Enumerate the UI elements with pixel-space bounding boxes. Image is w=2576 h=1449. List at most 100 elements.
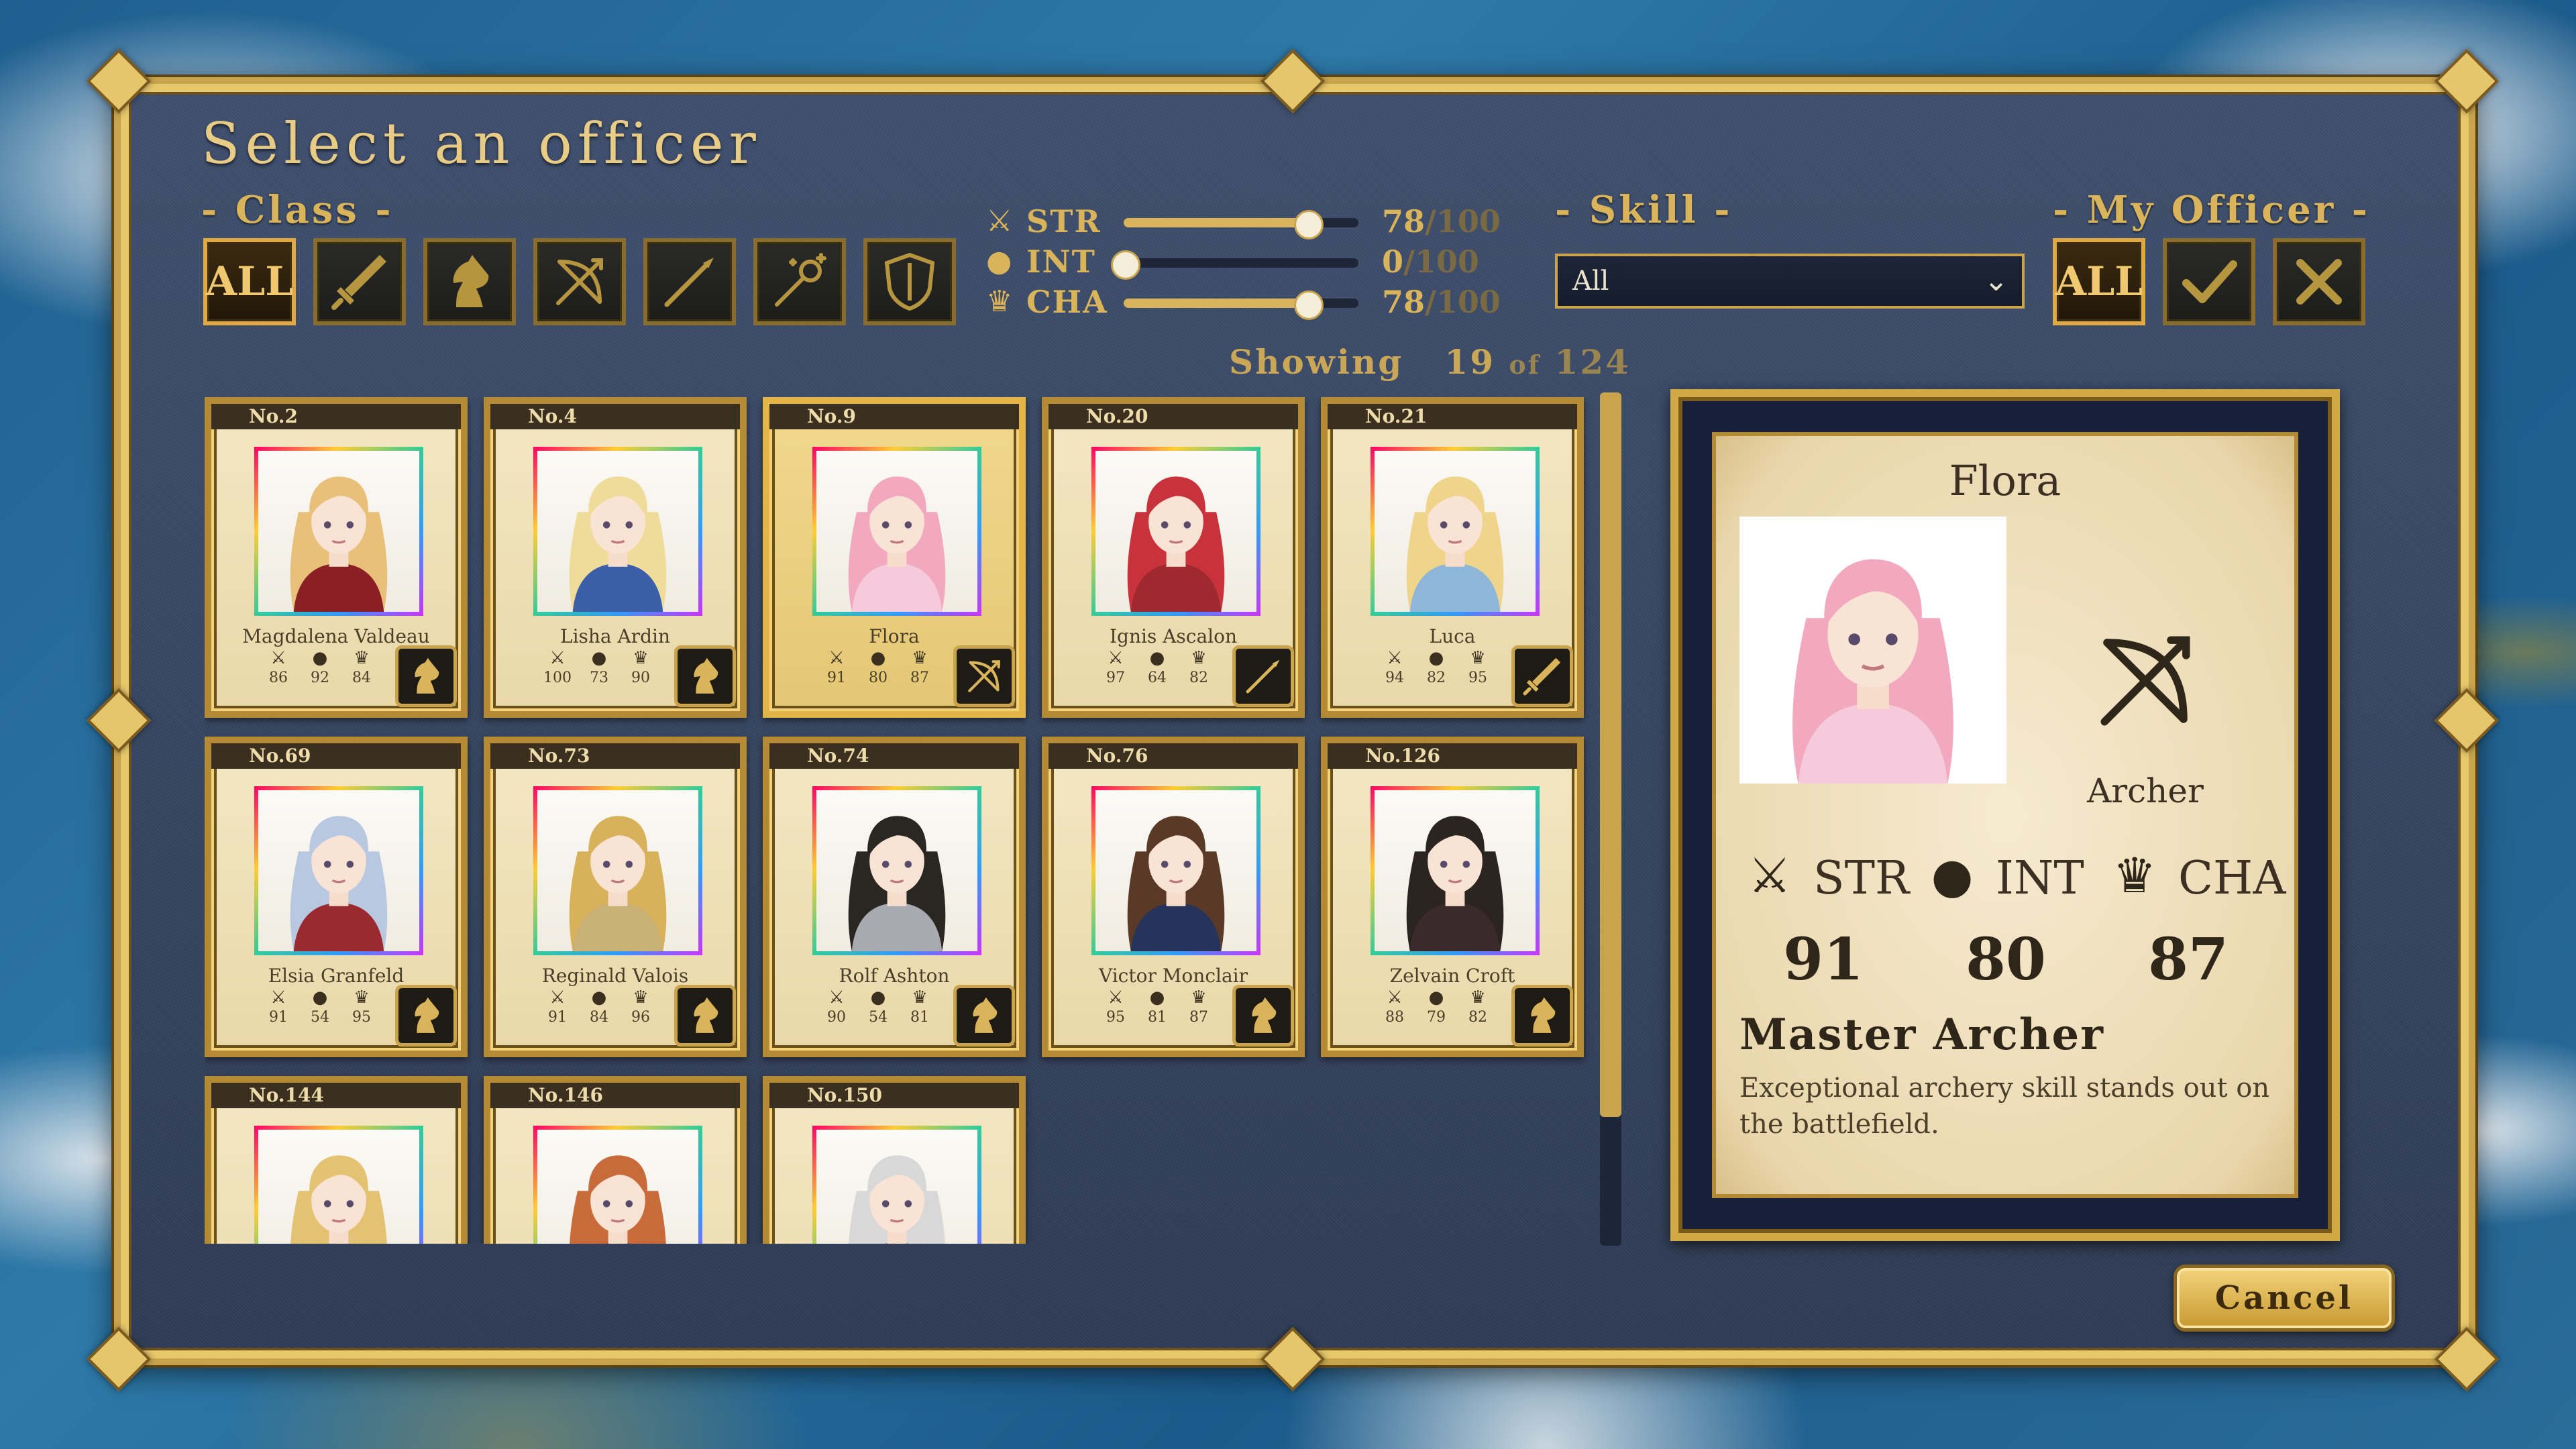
officer-number: No.144 xyxy=(249,1084,324,1106)
stat-value: 88 xyxy=(1385,1009,1404,1026)
stat-int: ● 81 xyxy=(1137,987,1177,1028)
showing-total: 124 xyxy=(1554,342,1631,382)
stat-value: 81 xyxy=(1148,1009,1167,1026)
slider-handle[interactable] xyxy=(1294,290,1324,320)
officer-name: Ignis Ascalon xyxy=(1109,625,1238,647)
stat-str: ⚔ 100 xyxy=(537,648,578,688)
grid-scrollbar-thumb[interactable] xyxy=(1600,392,1621,1117)
card-header: No.69 xyxy=(211,743,461,769)
slider-str: ⚔ STR 78/100 xyxy=(986,203,1536,239)
slider-track[interactable] xyxy=(1111,250,1358,280)
page-title: Select an officer xyxy=(201,111,761,176)
check-icon xyxy=(2176,248,2243,315)
skill-select[interactable]: All ⌄ xyxy=(1555,254,2025,309)
all-label: ALL xyxy=(2055,258,2143,305)
slider-value: 78/100 xyxy=(1382,205,1501,238)
crown-icon: ♛ xyxy=(1191,648,1207,668)
officer-number: No.73 xyxy=(528,745,590,767)
stat-value: 81 xyxy=(910,1009,929,1026)
stat-int: ● 82 xyxy=(1416,648,1456,688)
sword-icon xyxy=(1519,653,1565,699)
orb-icon: ● xyxy=(870,648,886,668)
showing-count: Showing 19 of 124 xyxy=(1229,342,1631,382)
officer-portrait xyxy=(533,447,702,616)
officer-card[interactable]: No.76 Victor Monclair ⚔ 95 ● 81 ♛ 87 xyxy=(1042,737,1305,1057)
officer-card[interactable]: No.146 xyxy=(484,1076,747,1244)
officer-portrait xyxy=(533,786,702,955)
stat-value: 82 xyxy=(1427,669,1446,686)
officer-detail-card: Flora Archer ⚔ STR 91 ● INT 80 ♛ CHA 87 Master A… xyxy=(1712,432,2298,1198)
stat-cha: ♛ 96 xyxy=(621,987,661,1028)
officer-card[interactable]: No.150 xyxy=(763,1076,1026,1244)
class-badge xyxy=(1232,985,1294,1046)
officer-card[interactable]: No.144 xyxy=(205,1076,468,1244)
officer-card[interactable]: No.73 Reginald Valois ⚔ 91 ● 84 ♛ 96 xyxy=(484,737,747,1057)
x-filter-button[interactable] xyxy=(2273,238,2365,325)
class-badge xyxy=(1232,645,1294,707)
card-header: No.73 xyxy=(490,743,740,769)
card-header: No.146 xyxy=(490,1083,740,1108)
spear-filter-button[interactable] xyxy=(643,238,736,325)
knight-horse-icon xyxy=(1240,993,1286,1038)
stat-value: 91 xyxy=(548,1009,567,1026)
stat-value: 87 xyxy=(1189,1009,1208,1026)
class-badge xyxy=(1511,645,1573,707)
magic-staff-filter-button[interactable] xyxy=(753,238,846,325)
card-header: No.20 xyxy=(1049,404,1298,429)
officer-portrait xyxy=(1091,447,1260,616)
stat-value: 86 xyxy=(269,669,288,686)
stat-str: ⚔ 94 xyxy=(1375,648,1415,688)
officer-card[interactable]: No.9 Flora ⚔ 91 ● 80 ♛ 87 xyxy=(763,397,1026,718)
all-filter-filter-button[interactable]: ALL xyxy=(203,238,296,325)
officer-name: Reginald Valois xyxy=(541,965,689,987)
officer-card[interactable]: No.126 Zelvain Croft ⚔ 88 ● 79 ♛ 82 xyxy=(1321,737,1584,1057)
officer-card[interactable]: No.4 Lisha Ardin ⚔ 100 ● 73 ♛ 90 xyxy=(484,397,747,718)
stat-int: ● 79 xyxy=(1416,987,1456,1028)
sword-filter-button[interactable] xyxy=(313,238,406,325)
officer-portrait xyxy=(1371,786,1540,955)
all-filter-filter-button[interactable]: ALL xyxy=(2053,238,2145,325)
officer-portrait xyxy=(254,786,423,955)
stat-value: 91 xyxy=(269,1009,288,1026)
stat-int: ● 73 xyxy=(579,648,619,688)
officer-card[interactable]: No.21 Luca ⚔ 94 ● 82 ♛ 95 xyxy=(1321,397,1584,718)
crown-icon: ♛ xyxy=(912,987,928,1008)
officer-portrait xyxy=(812,786,981,955)
officer-card[interactable]: No.69 Elsia Granfeld ⚔ 91 ● 54 ♛ 95 xyxy=(205,737,468,1057)
stat-value: 54 xyxy=(311,1009,329,1026)
slider-max: /100 xyxy=(1425,203,1501,239)
class-badge xyxy=(1511,985,1573,1046)
slider-handle[interactable] xyxy=(1111,250,1140,280)
stat-value: 79 xyxy=(1427,1009,1446,1026)
card-header: No.9 xyxy=(769,404,1019,429)
stat-value: 80 xyxy=(869,669,888,686)
shield-icon xyxy=(876,248,943,315)
stat-str: ⚔ 91 xyxy=(258,987,299,1028)
cancel-button[interactable]: Cancel xyxy=(2174,1265,2395,1332)
officer-name: Elsia Granfeld xyxy=(268,965,405,987)
bow-filter-button[interactable] xyxy=(533,238,626,325)
officer-card[interactable]: No.20 Ignis Ascalon ⚔ 97 ● 64 ♛ 82 xyxy=(1042,397,1305,718)
my-officer-filter-label: - My Officer - xyxy=(2053,188,2370,232)
stat-cha: ♛ 87 xyxy=(900,648,940,688)
detail-stat-value: 80 xyxy=(1966,926,2046,994)
slider-track[interactable] xyxy=(1124,210,1358,239)
slider-label: STR xyxy=(1026,203,1102,239)
officer-card[interactable]: No.2 Magdalena Valdeau ⚔ 86 ● 92 ♛ 84 xyxy=(205,397,468,718)
shield-filter-button[interactable] xyxy=(863,238,956,325)
officer-portrait xyxy=(254,1126,423,1244)
check-filter-button[interactable] xyxy=(2163,238,2255,325)
spear-icon xyxy=(1240,653,1286,699)
card-header: No.150 xyxy=(769,1083,1019,1108)
stat-value: 64 xyxy=(1148,669,1167,686)
slider-track[interactable] xyxy=(1124,290,1358,320)
crown-icon: ♛ xyxy=(1470,987,1486,1008)
stat-cha: ♛ 81 xyxy=(900,987,940,1028)
officer-card[interactable]: No.74 Rolf Ashton ⚔ 90 ● 54 ♛ 81 xyxy=(763,737,1026,1057)
stat-value: 96 xyxy=(631,1009,650,1026)
detail-stat-label: CHA xyxy=(2178,852,2286,905)
slider-handle[interactable] xyxy=(1294,210,1324,239)
knight-horse-filter-button[interactable] xyxy=(423,238,516,325)
chevron-down-icon: ⌄ xyxy=(1984,264,2008,298)
officer-number: No.4 xyxy=(528,405,578,427)
